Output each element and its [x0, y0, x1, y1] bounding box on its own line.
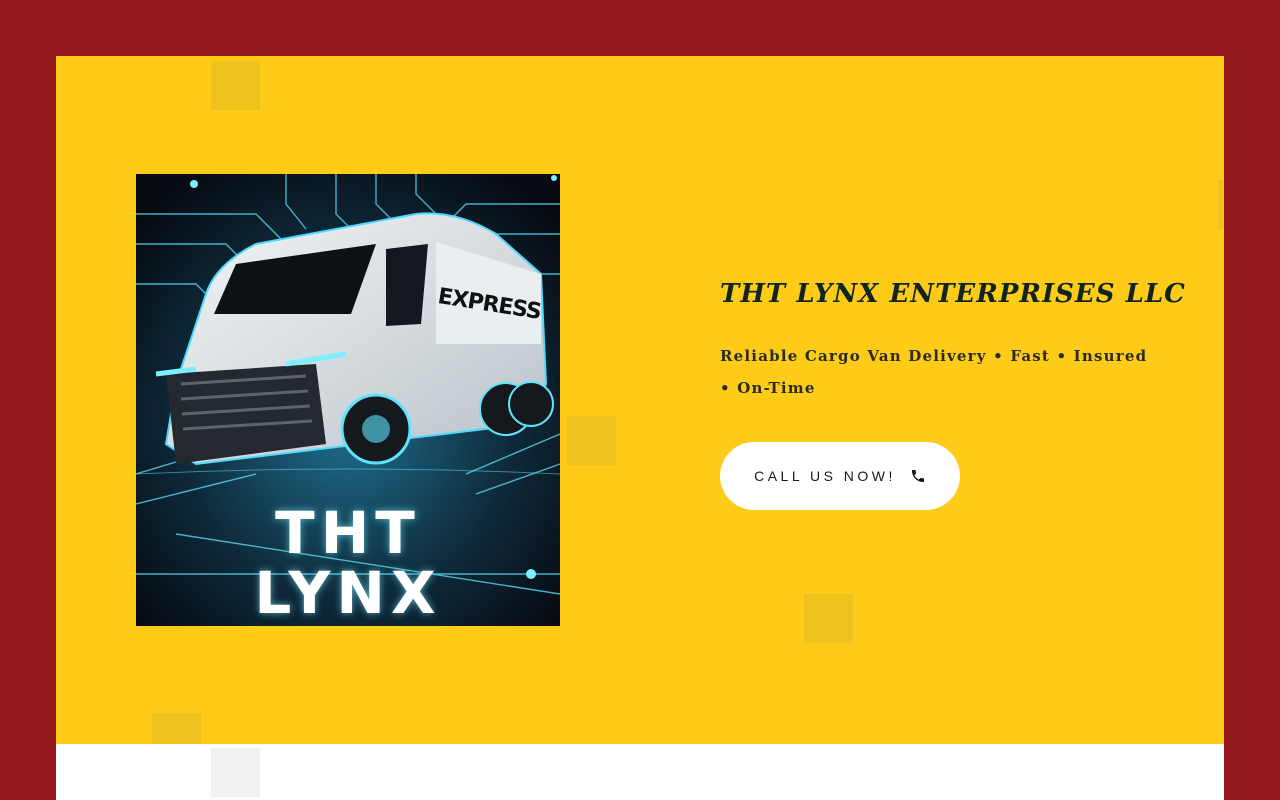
phone-icon: [910, 468, 926, 484]
decorative-square: [152, 713, 201, 744]
hero-section: EXPRESS THT LYNX THT LYNX ENTERPRISES LL…: [56, 56, 1224, 744]
call-us-label: CALL US NOW!: [754, 467, 896, 484]
decorative-square: [567, 416, 616, 465]
tagline: Reliable Cargo Van Delivery • Fast • Ins…: [720, 346, 1148, 397]
hero-content: THT LYNX ENTERPRISES LLC Reliable Cargo …: [720, 278, 1186, 510]
company-name: THT LYNX ENTERPRISES LLC: [720, 279, 1186, 309]
decorative-square: [211, 61, 260, 110]
logo-text-line1: THT: [275, 499, 421, 567]
decorative-square: [804, 594, 853, 643]
decorative-square: [211, 748, 260, 797]
call-us-button[interactable]: CALL US NOW!: [720, 441, 960, 510]
company-logo: EXPRESS THT LYNX: [136, 174, 560, 626]
page-frame: EXPRESS THT LYNX THT LYNX ENTERPRISES LL…: [56, 56, 1224, 800]
logo-text-line2: LYNX: [254, 559, 442, 626]
decorative-square: [1218, 180, 1224, 229]
next-section: [56, 744, 1224, 800]
